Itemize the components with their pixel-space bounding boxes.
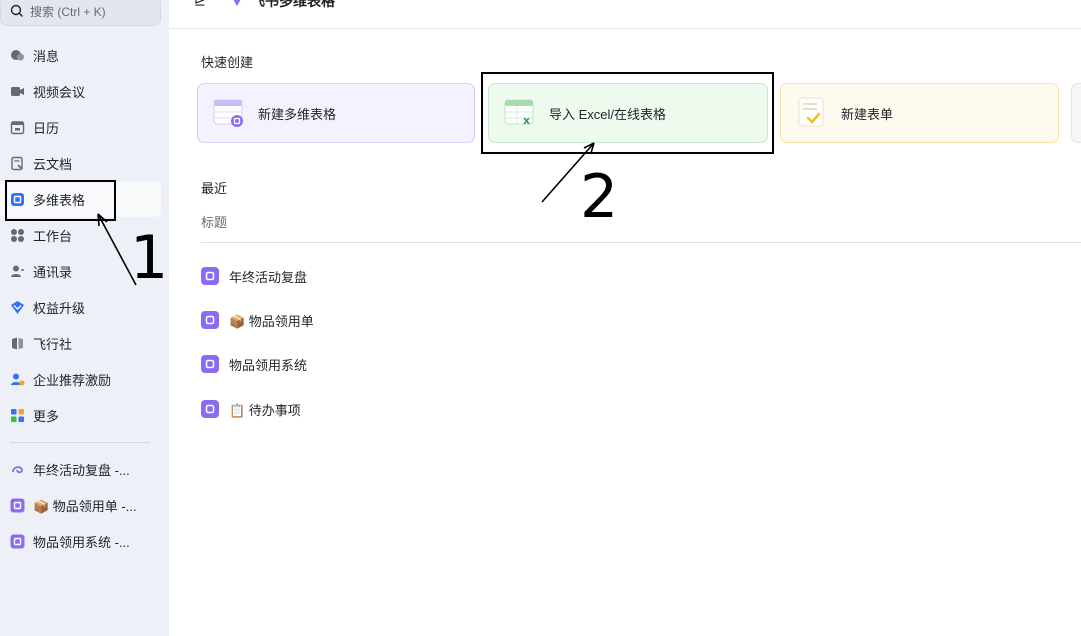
sidebar-recent-item[interactable]: 物品领用系统 -...: [0, 523, 161, 559]
bitable-icon: [10, 462, 25, 477]
sidebar-item-upgrade[interactable]: 权益升级: [0, 289, 161, 325]
sidebar-item-docs[interactable]: 云文档: [0, 145, 161, 181]
sidebar-item-label: 多维表格: [33, 192, 86, 208]
top-header: ⊵ 飞书多维表格: [169, 0, 1081, 29]
recent-row[interactable]: 📦 物品领用单: [201, 308, 314, 332]
bitable-icon: [10, 498, 25, 513]
upgrade-icon: [10, 300, 25, 315]
sidebar-recent-item[interactable]: 📦 物品领用单 -...: [0, 487, 161, 523]
new-bitable-icon: [213, 99, 243, 127]
sidebar-item-calendar[interactable]: 日历: [0, 109, 161, 145]
sidebar-item-video-meetings[interactable]: 视频会议: [0, 73, 161, 109]
recent-row-label: 📋 待办事项: [229, 402, 301, 418]
sidebar-recent-list: 年终活动复盘 -... 📦 物品领用单 -... 物品领用系统 -...: [0, 451, 169, 559]
sidebar-item-label: 企业推荐激励: [33, 372, 112, 388]
sidebar-item-label: 通讯录: [33, 264, 73, 280]
search-icon: [10, 4, 23, 17]
annotation-number-1: 1: [130, 223, 169, 293]
annotation-number-2: 2: [580, 162, 619, 232]
search-input[interactable]: 搜索 (Ctrl + K): [0, 0, 161, 26]
svg-text:x: x: [523, 114, 530, 127]
sidebar-item-label: 飞行社: [33, 336, 73, 352]
recent-row[interactable]: 物品领用系统: [201, 352, 307, 376]
title-column-header: 标题: [201, 215, 228, 230]
sidebar-item-label: 日历: [33, 120, 60, 136]
recent-row[interactable]: 年终活动复盘: [201, 264, 307, 288]
new-bitable-label: 新建多维表格: [258, 106, 337, 122]
bitable-icon: [10, 534, 25, 549]
sidebar-item-label: 更多: [33, 408, 60, 424]
sidebar-recent-label: 年终活动复盘 -...: [33, 462, 130, 478]
message-icon: [10, 48, 25, 63]
new-form-card[interactable]: 新建表单: [780, 83, 1059, 143]
sidebar-item-label: 权益升级: [33, 300, 86, 316]
recent-row-label: 📦 物品领用单: [229, 313, 314, 329]
sidebar-item-bitable[interactable]: 多维表格: [0, 181, 161, 217]
calendar-icon: [10, 120, 25, 135]
new-form-label: 新建表单: [841, 106, 894, 122]
sidebar-recent-label: 物品领用系统 -...: [33, 534, 130, 550]
sidebar: 搜索 (Ctrl + K) 消息 视频会议 日历 云文档 多维表格 工作台 通讯…: [0, 0, 169, 636]
sidebar-item-more[interactable]: 更多: [0, 397, 161, 433]
video-icon: [10, 84, 25, 99]
sidebar-recent-item[interactable]: 年终活动复盘 -...: [0, 451, 161, 487]
sidebar-recent-label: 📦 物品领用单 -...: [33, 498, 137, 514]
contacts-icon: [10, 264, 25, 279]
form-icon: [798, 97, 824, 127]
bitable-icon: [10, 192, 25, 207]
page-title: 飞书多维表格: [251, 0, 335, 9]
new-bitable-card[interactable]: 新建多维表格: [197, 83, 475, 143]
main-content: 快速创建 新建多维表格 x 导入 Excel/在线表格 新建表单 最近 标题 年…: [169, 30, 1081, 636]
referral-icon: [10, 372, 25, 387]
recent-row-label: 物品领用系统: [229, 357, 308, 373]
bitable-icon: [201, 400, 219, 418]
bitable-logo-icon: [233, 0, 241, 6]
docs-icon: [10, 156, 25, 171]
workplace-icon: [10, 228, 25, 243]
bitable-icon: [201, 355, 219, 373]
quick-create-title: 快速创建: [201, 55, 254, 70]
search-placeholder: 搜索 (Ctrl + K): [30, 4, 106, 19]
sidebar-divider: [10, 442, 150, 443]
collapse-sidebar-icon[interactable]: ⊵: [194, 0, 206, 9]
sidebar-item-label: 视频会议: [33, 84, 86, 100]
excel-import-icon: x: [504, 99, 534, 127]
community-icon: [10, 336, 25, 351]
recent-row[interactable]: 📋 待办事项: [201, 397, 301, 421]
sidebar-item-referral[interactable]: 企业推荐激励: [0, 361, 161, 397]
sidebar-item-community[interactable]: 飞行社: [0, 325, 161, 361]
header-divider: [201, 242, 1081, 243]
sidebar-item-label: 云文档: [33, 156, 73, 172]
bitable-icon: [201, 267, 219, 285]
more-icon: [10, 408, 25, 423]
sidebar-item-label: 消息: [33, 48, 60, 64]
more-create-card[interactable]: [1071, 83, 1081, 143]
recent-title: 最近: [201, 181, 228, 196]
recent-row-label: 年终活动复盘: [229, 269, 308, 285]
sidebar-item-messages[interactable]: 消息: [0, 37, 161, 73]
import-excel-label: 导入 Excel/在线表格: [549, 106, 667, 122]
bitable-icon: [201, 311, 219, 329]
import-excel-card[interactable]: x 导入 Excel/在线表格: [488, 83, 768, 143]
sidebar-item-label: 工作台: [33, 228, 73, 244]
